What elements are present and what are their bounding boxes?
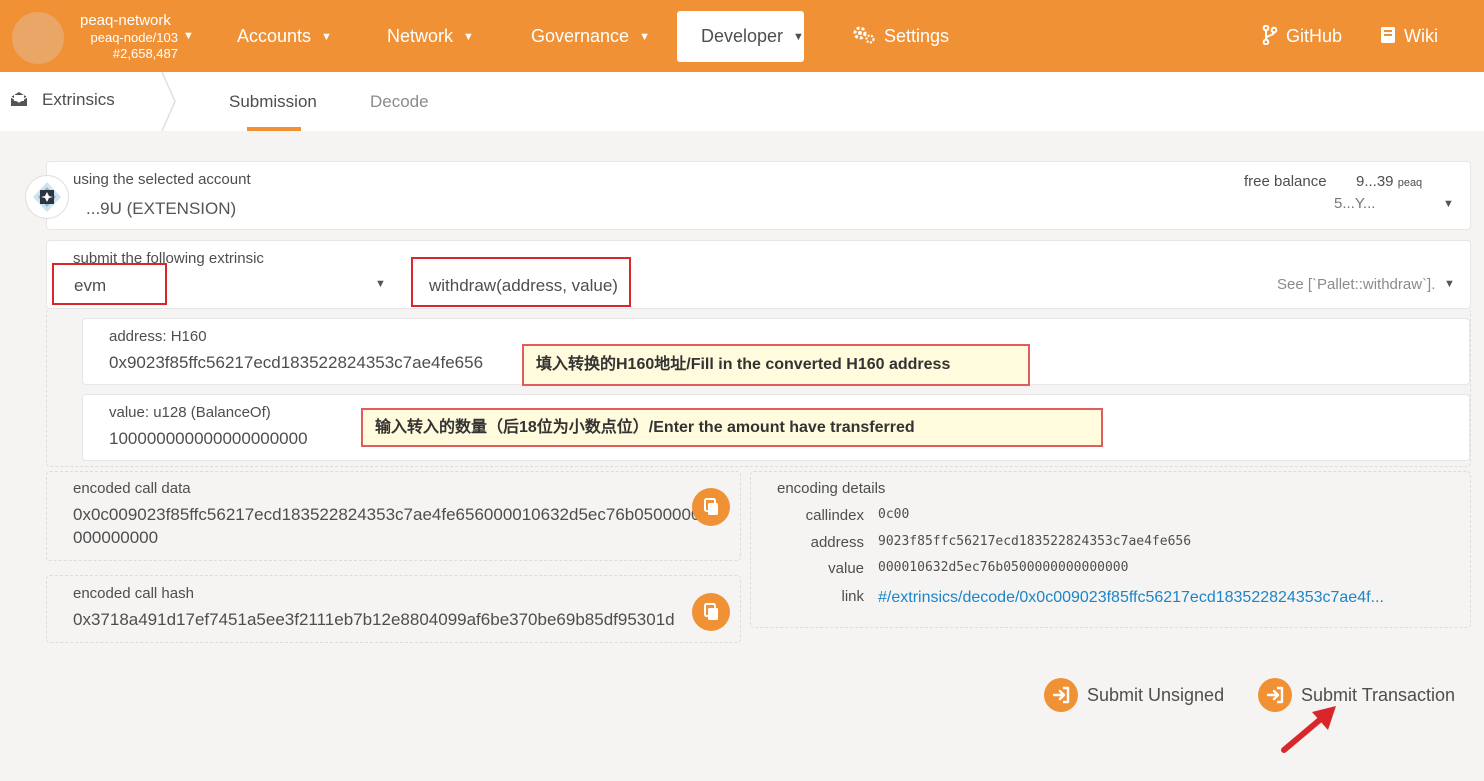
github-label: GitHub	[1286, 26, 1343, 46]
annotation-box-method	[411, 257, 631, 307]
address-key: address	[810, 534, 864, 551]
nav-network-label: Network	[387, 26, 454, 46]
chevron-down-icon[interactable]: ▼	[375, 278, 386, 290]
param-address-label: address: H160	[109, 328, 207, 345]
nav-developer-label: Developer	[701, 26, 784, 46]
node-selector[interactable]: peaq-network peaq-node/103 #2,658,487	[68, 12, 178, 62]
chevron-down-icon[interactable]: ▼	[1444, 278, 1455, 290]
account-address: 5...Y...	[1334, 195, 1376, 212]
gears-icon	[852, 11, 876, 62]
submit-unsigned-button[interactable]: Submit Unsigned	[1044, 678, 1229, 714]
chevron-down-icon: ▼	[793, 31, 804, 43]
nav-accounts[interactable]: Accounts ▼	[237, 11, 332, 62]
section-title: Extrinsics	[10, 90, 115, 110]
account-name: ...9U (EXTENSION)	[86, 199, 237, 218]
annotation-value-note: 输入转入的数量（后18位为小数点位）/Enter the amount have…	[361, 408, 1103, 447]
code-branch-icon	[1262, 11, 1278, 62]
nav-developer[interactable]: Developer ▼	[677, 11, 804, 62]
free-balance-label: free balance	[1244, 173, 1327, 190]
nav-settings[interactable]: Settings	[852, 11, 949, 62]
free-balance-amount: 9...39	[1356, 173, 1394, 190]
chevron-down-icon: ▼	[463, 31, 474, 43]
nav-governance[interactable]: Governance ▼	[531, 11, 650, 62]
wiki-link[interactable]: Wiki	[1380, 11, 1438, 62]
sub-navbar: Extrinsics Submission Decode	[0, 72, 1484, 131]
encoded-call-data-line1: 0x0c009023f85ffc56217ecd183522824353c7ae…	[73, 505, 699, 524]
chevron-down-icon: ▼	[321, 31, 332, 43]
copy-icon	[704, 603, 718, 620]
free-balance-value: 9...39 peaq	[1356, 173, 1422, 190]
book-icon	[1380, 11, 1396, 62]
param-value-input[interactable]: 100000000000000000000	[109, 429, 308, 449]
value-key: value	[828, 560, 864, 577]
encoded-call-data-line2: 000000000	[73, 528, 159, 547]
github-link[interactable]: GitHub	[1262, 11, 1342, 62]
sign-in-icon	[1044, 678, 1078, 712]
active-tab-indicator	[247, 127, 301, 131]
callindex-value: 0c00	[878, 507, 910, 522]
section-label: Extrinsics	[42, 90, 115, 109]
node-version: peaq-node/103	[90, 30, 178, 45]
tab-decode[interactable]: Decode	[370, 92, 429, 112]
copy-call-hash-button[interactable]	[692, 593, 730, 631]
account-selector[interactable]	[46, 161, 1471, 230]
link-key: link	[841, 588, 864, 605]
decode-link[interactable]: #/extrinsics/decode/0x0c009023f85ffc5621…	[878, 589, 1384, 607]
chain-logo[interactable]	[12, 12, 64, 64]
breadcrumb-separator	[161, 72, 176, 131]
account-identicon	[25, 175, 69, 219]
param-address-input[interactable]: 0x9023f85ffc56217ecd183522824353c7ae4fe6…	[109, 353, 483, 373]
annotation-arrow-icon	[1281, 706, 1336, 753]
tab-submission[interactable]: Submission	[229, 92, 317, 112]
address-value: 9023f85ffc56217ecd183522824353c7ae4fe656	[878, 534, 1192, 549]
method-docs: See [`Pallet::withdraw`].	[1277, 276, 1436, 293]
chevron-down-icon[interactable]: ▼	[1443, 198, 1454, 210]
annotation-address-note: 填入转换的H160地址/Fill in the converted H160 a…	[522, 344, 1030, 386]
encoded-call-hash-value: 0x3718a491d17ef7451a5ee3f2111eb7b12e8804…	[73, 610, 675, 629]
nav-governance-label: Governance	[531, 26, 630, 46]
nav-network[interactable]: Network ▼	[387, 11, 474, 62]
nav-accounts-label: Accounts	[237, 26, 312, 46]
copy-icon	[704, 498, 718, 515]
wiki-label: Wiki	[1404, 26, 1438, 46]
block-number: #2,658,487	[112, 46, 178, 61]
top-navbar: peaq-network peaq-node/103 #2,658,487 ▼ …	[0, 0, 1484, 72]
copy-call-data-button[interactable]	[692, 488, 730, 526]
encoded-call-data-label: encoded call data	[73, 480, 191, 497]
param-value-label: value: u128 (BalanceOf)	[109, 404, 271, 421]
account-label: using the selected account	[73, 171, 251, 188]
chevron-down-icon: ▼	[639, 31, 650, 43]
value-value: 000010632d5ec76b0500000000000000	[878, 560, 1129, 575]
envelope-open-icon	[10, 91, 28, 108]
nav-settings-label: Settings	[884, 26, 950, 46]
node-name: peaq-network	[80, 12, 171, 29]
encoded-call-hash-label: encoded call hash	[73, 585, 194, 602]
callindex-key: callindex	[805, 507, 864, 524]
submit-unsigned-label: Submit Unsigned	[1087, 685, 1225, 705]
free-balance-unit: peaq	[1397, 177, 1423, 189]
encoding-details-label: encoding details	[777, 480, 886, 497]
annotation-box-pallet	[52, 263, 167, 305]
chevron-down-icon[interactable]: ▼	[183, 30, 194, 42]
